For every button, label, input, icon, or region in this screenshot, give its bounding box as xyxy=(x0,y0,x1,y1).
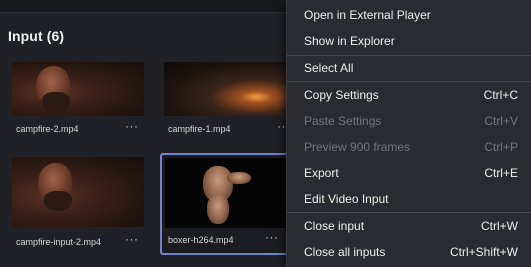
panel-title: Input (6) xyxy=(8,28,65,44)
more-options-icon[interactable]: ··· xyxy=(125,232,139,246)
menu-item-shortcut: Ctrl+C xyxy=(483,88,518,102)
menu-item-label: Preview 900 frames xyxy=(304,140,411,154)
menu-item-shortcut: Ctrl+V xyxy=(484,114,518,128)
video-thumbnail xyxy=(12,157,144,227)
menu-item-select-all[interactable]: Select All xyxy=(287,55,531,81)
menu-item-shortcut: Ctrl+W xyxy=(481,219,518,233)
video-card-boxer-h264[interactable]: boxer-h264.mp4 ··· xyxy=(160,153,292,255)
menu-item-shortcut: Ctrl+P xyxy=(484,140,518,154)
menu-item-preview-frames: Preview 900 frames Ctrl+P xyxy=(287,134,531,160)
menu-item-close-input[interactable]: Close input Ctrl+W xyxy=(287,213,531,239)
menu-item-label: Close all inputs xyxy=(304,245,386,259)
video-card-campfire-1[interactable]: campfire-1.mp4 ··· xyxy=(164,62,296,144)
menu-item-close-all-inputs[interactable]: Close all inputs Ctrl+Shift+W xyxy=(287,239,531,265)
context-menu: Open in External Player Show in Explorer… xyxy=(286,0,531,267)
video-filename: campfire-1.mp4 xyxy=(168,124,231,134)
menu-item-label: Open in External Player xyxy=(304,8,431,22)
video-filename: campfire-2.mp4 xyxy=(16,124,79,134)
video-thumbnail xyxy=(12,62,144,116)
menu-item-show-in-explorer[interactable]: Show in Explorer xyxy=(287,28,531,54)
video-thumbnail xyxy=(164,62,296,116)
menu-item-shortcut: Ctrl+E xyxy=(484,166,518,180)
menu-item-label: Paste Settings xyxy=(304,114,382,128)
menu-item-label: Edit Video Input xyxy=(304,192,389,206)
menu-item-open-external-player[interactable]: Open in External Player xyxy=(287,2,531,28)
video-thumbnail xyxy=(165,158,287,228)
video-card-campfire-input-2[interactable]: campfire-input-2.mp4 ··· xyxy=(12,157,144,247)
menu-item-label: Export xyxy=(304,166,339,180)
menu-item-label: Select All xyxy=(304,61,354,75)
menu-item-edit-video-input[interactable]: Edit Video Input xyxy=(287,186,531,212)
video-filename: boxer-h264.mp4 xyxy=(168,235,234,245)
menu-item-export[interactable]: Export Ctrl+E xyxy=(287,160,531,186)
menu-item-shortcut: Ctrl+Shift+W xyxy=(449,245,518,259)
menu-item-label: Show in Explorer xyxy=(304,34,395,48)
more-options-icon[interactable]: ··· xyxy=(125,119,139,133)
more-options-icon[interactable]: ··· xyxy=(265,230,279,244)
video-filename: campfire-input-2.mp4 xyxy=(16,237,102,247)
video-card-campfire-2[interactable]: campfire-2.mp4 ··· xyxy=(12,62,144,144)
menu-item-label: Close input xyxy=(304,219,365,233)
menu-item-paste-settings: Paste Settings Ctrl+V xyxy=(287,108,531,134)
menu-item-label: Copy Settings xyxy=(304,88,379,102)
menu-item-copy-settings[interactable]: Copy Settings Ctrl+C xyxy=(287,82,531,108)
